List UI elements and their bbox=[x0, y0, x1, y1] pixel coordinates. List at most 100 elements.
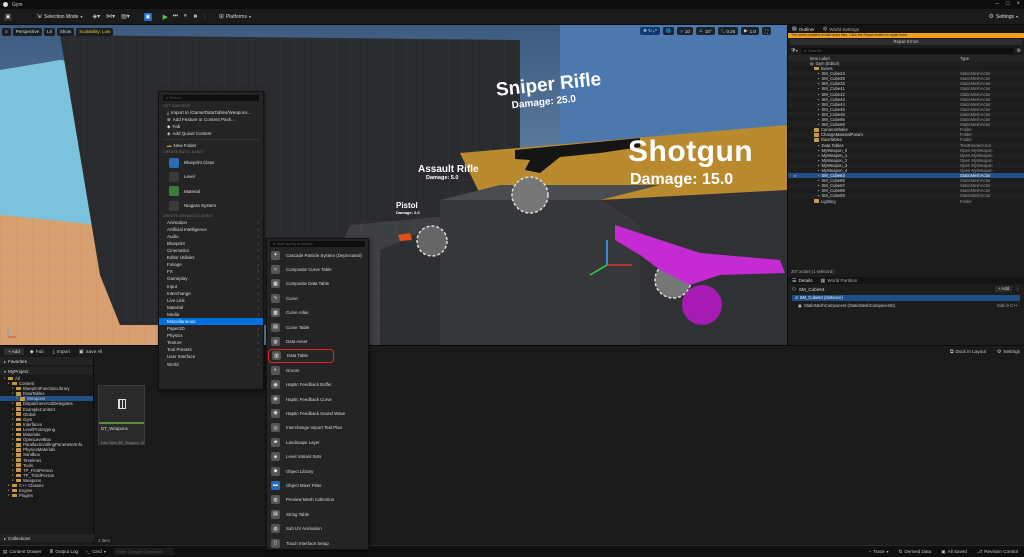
tab-world-settings[interactable]: ◍ World Settings bbox=[823, 26, 859, 32]
show-button[interactable]: Show bbox=[56, 27, 75, 36]
column-item-label[interactable]: Item Label bbox=[810, 56, 960, 61]
stop-icon[interactable]: ■ bbox=[192, 13, 199, 20]
submenu-item[interactable]: ◎ Interchange Import Test Plan bbox=[267, 421, 368, 435]
level-viewport[interactable]: Sniper Rifle Damage: 25.0 Shotgun Damage… bbox=[0, 25, 787, 345]
scalability-button[interactable]: Scalability: Low bbox=[76, 27, 114, 36]
component-row[interactable]: ▣ StaticMeshComponent (StaticMeshCompone… bbox=[788, 302, 1024, 308]
advanced-asset-category[interactable]: User Interface › bbox=[159, 353, 263, 360]
submenu-item[interactable]: ✦ Cascade Particle System (Deprecated) bbox=[267, 248, 368, 262]
transform-mode-icons[interactable]: ✥ ↻ ⤢ bbox=[640, 27, 660, 35]
submenu-item[interactable]: ◍ Sub UV Animation bbox=[267, 521, 368, 535]
advanced-asset-category[interactable]: Foliage › bbox=[159, 261, 263, 268]
camera-speed-button[interactable]: ▶ 1.0 bbox=[741, 27, 759, 35]
column-type[interactable]: Type bbox=[960, 56, 969, 61]
submenu-item[interactable]: ≈ Composite Curve Table bbox=[267, 262, 368, 276]
advanced-asset-category[interactable]: Artificial Intelligence › bbox=[159, 226, 263, 233]
advanced-asset-category[interactable]: Cinematics › bbox=[159, 247, 263, 254]
advanced-asset-category[interactable]: Blueprint › bbox=[159, 240, 263, 247]
output-log-button[interactable]: ≣ Output Log bbox=[50, 549, 79, 555]
import-button[interactable]: ⤓ Import bbox=[50, 348, 73, 355]
advanced-asset-category[interactable]: FX › bbox=[159, 268, 263, 275]
save-icon[interactable]: ▣ bbox=[4, 12, 12, 21]
outliner-search-input[interactable]: ⌕ Search bbox=[800, 47, 1014, 54]
visibility-eye-icon[interactable] bbox=[788, 199, 802, 204]
cmd-dropdown[interactable]: ›_ Cmd ▾ bbox=[86, 549, 106, 554]
settings-dropdown[interactable]: ⚙ Settings ▾ bbox=[989, 13, 1018, 21]
advanced-asset-category[interactable]: Paper2D › bbox=[159, 325, 263, 332]
content-icon[interactable]: ◈▾ bbox=[92, 13, 100, 20]
submenu-item[interactable]: ◍ Data Asset bbox=[267, 334, 368, 348]
play-options-icon[interactable]: ⋮ bbox=[202, 14, 207, 20]
instance-row[interactable]: ⊙ SM_Cube64 (Instance) bbox=[792, 295, 1020, 301]
filter-icon[interactable]: ⧩▾ bbox=[791, 48, 798, 54]
submenu-item[interactable]: ▦ Composite Data Table bbox=[267, 277, 368, 291]
advanced-asset-category[interactable]: Gameplay › bbox=[159, 275, 263, 282]
advanced-asset-category[interactable]: Interchange › bbox=[159, 290, 263, 297]
add-component-button[interactable]: + Add bbox=[995, 286, 1012, 292]
menu-new-folder[interactable]: ▬ New Folder bbox=[159, 142, 263, 149]
content-drawer-button[interactable]: ▤ Content Drawer bbox=[3, 549, 42, 555]
scale-snap-button[interactable]: ⤡ 0.25 bbox=[717, 27, 739, 35]
rotation-snap-button[interactable]: ∠ 10° bbox=[695, 27, 715, 35]
submenu-item[interactable]: ▥ Data Table bbox=[268, 348, 334, 364]
details-options-icon[interactable]: ⋮ bbox=[1015, 286, 1020, 292]
pause-icon[interactable]: ⏸ bbox=[182, 13, 189, 20]
play-button[interactable]: ▶ bbox=[162, 13, 169, 21]
basic-asset-item[interactable]: Material bbox=[159, 184, 263, 198]
gear-icon[interactable]: ⚙ bbox=[1017, 48, 1021, 54]
submenu-item[interactable]: ▬ Object Mixer Filter bbox=[267, 478, 368, 492]
repair-errors-button[interactable]: Repair Errors bbox=[790, 39, 1022, 45]
lit-button[interactable]: Lit bbox=[44, 27, 55, 36]
tab-outliner[interactable]: ▤ Outliner bbox=[792, 26, 815, 32]
revision-control-button[interactable]: ⎇ Revision Control bbox=[977, 549, 1018, 555]
project-header[interactable]: ▾ MyProject bbox=[0, 367, 93, 375]
submenu-item[interactable]: ◈ Level Variant Sets bbox=[267, 449, 368, 463]
submenu-item[interactable]: ◉ Haptic Feedback Curve bbox=[267, 392, 368, 406]
mode-toggle-icon[interactable]: ▣ bbox=[143, 12, 152, 21]
menu-add-feature[interactable]: ⊕ Add Feature or Content Pack... bbox=[159, 116, 263, 123]
advanced-asset-category[interactable]: Tool Presets › bbox=[159, 346, 263, 353]
step-icon[interactable]: ⏭ bbox=[172, 13, 179, 20]
submenu-item[interactable]: ▯ Touch Interface Setup bbox=[267, 536, 368, 550]
selection-mode-dropdown[interactable]: Selection Mode ▾ bbox=[44, 14, 82, 20]
tab-world-partition[interactable]: ▦ World Partition bbox=[821, 278, 858, 284]
advanced-asset-category[interactable]: Physics › bbox=[159, 332, 263, 339]
minimize-icon[interactable]: – bbox=[996, 1, 999, 7]
menu-add-quixel[interactable]: ◈ Add Quixel Content bbox=[159, 130, 263, 137]
basic-asset-item[interactable]: Level bbox=[159, 170, 263, 184]
perspective-button[interactable]: Perspective bbox=[12, 27, 43, 36]
tab-details[interactable]: ☰ Details bbox=[792, 278, 813, 284]
context-search-input[interactable]: ⌕ Search bbox=[163, 95, 259, 101]
advanced-asset-category[interactable]: Input › bbox=[159, 283, 263, 290]
advanced-asset-category[interactable]: Material › bbox=[159, 304, 263, 311]
submenu-item[interactable]: ◉ Haptic Feedback Buffer bbox=[267, 378, 368, 392]
drawer-settings-button[interactable]: ⚙ Settings bbox=[997, 349, 1020, 355]
trace-button[interactable]: ◔ Trace ▾ bbox=[868, 549, 888, 554]
submenu-item[interactable]: ◐ Groom bbox=[267, 363, 368, 377]
basic-asset-item[interactable]: Blueprint Class bbox=[159, 155, 263, 169]
submenu-item[interactable]: ◉ Haptic Feedback Sound Wave bbox=[267, 406, 368, 420]
advanced-asset-category[interactable]: Texture › bbox=[159, 339, 263, 346]
edit-cpp-link[interactable]: Edit in C++ bbox=[997, 303, 1018, 308]
folder-tree-item[interactable]: ▸ Plugins bbox=[0, 493, 93, 498]
advanced-asset-category[interactable]: World › bbox=[159, 361, 263, 368]
advanced-asset-category[interactable]: Live Link › bbox=[159, 297, 263, 304]
advanced-asset-category[interactable]: Animation › bbox=[159, 219, 263, 226]
cinematics-icon[interactable]: ▤▾ bbox=[121, 13, 130, 20]
add-button[interactable]: + Add bbox=[4, 348, 24, 355]
submenu-item[interactable]: ▤ Curve Table bbox=[267, 320, 368, 334]
mode-icon[interactable]: ⇲ bbox=[36, 14, 42, 20]
menu-import[interactable]: ⤓ Import to /Game/DataTables/Weapons... bbox=[159, 109, 263, 116]
derived-data-button[interactable]: ⇅ Derived Data bbox=[899, 549, 932, 555]
viewport-options-button[interactable]: ≡ bbox=[2, 27, 11, 36]
submenu-item[interactable]: ▤ String Table bbox=[267, 507, 368, 521]
world-local-icon[interactable]: 🌐 bbox=[662, 27, 675, 35]
maximize-viewport-icon[interactable]: ⛶ bbox=[761, 27, 771, 35]
platforms-dropdown[interactable]: ⊞ Platforms ▾ bbox=[219, 13, 251, 21]
asset-tile[interactable]: DT_Weapons Data Table (BP_Weapons_St... bbox=[98, 385, 145, 445]
all-saved-button[interactable]: ▣ All Saved bbox=[941, 549, 967, 555]
outliner-row[interactable]: Lighting Folder bbox=[788, 199, 1024, 204]
blueprint-icon[interactable]: ⋈▾ bbox=[106, 13, 115, 20]
submenu-search-input[interactable]: ⌕ Start typing to search bbox=[270, 241, 365, 247]
grid-snap-button[interactable]: #10 bbox=[677, 27, 693, 35]
